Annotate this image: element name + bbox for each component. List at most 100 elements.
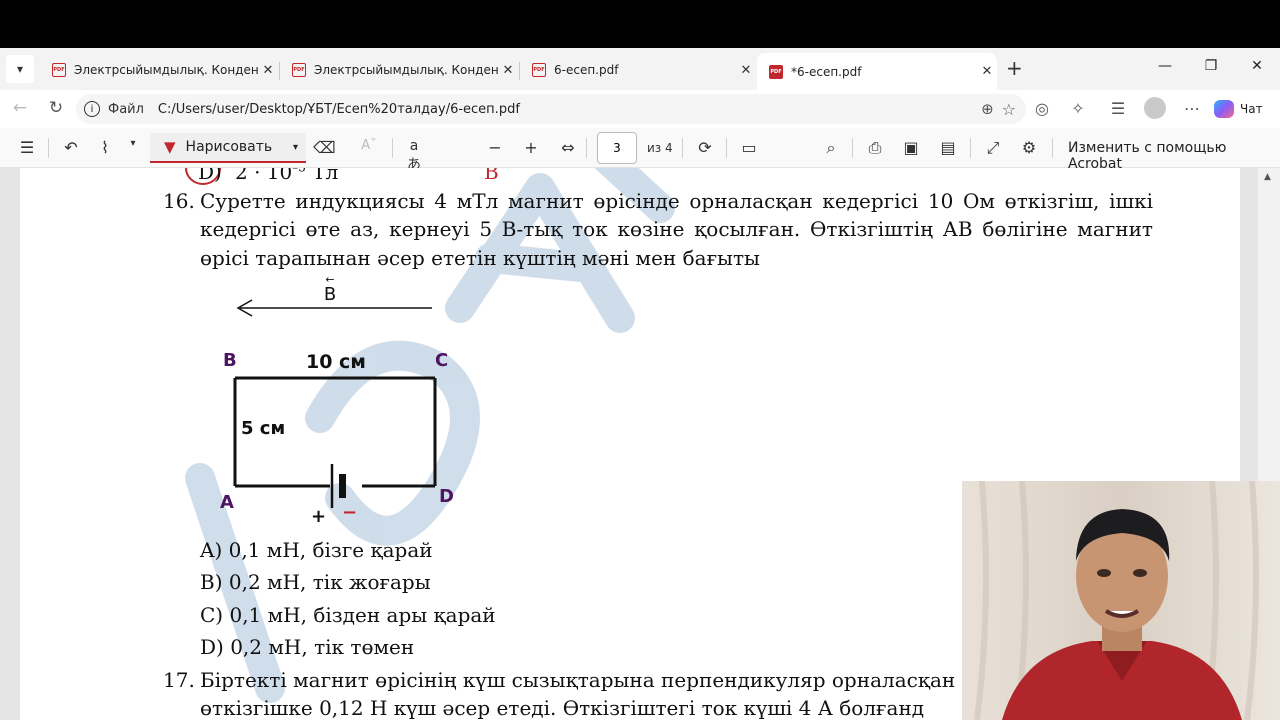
back-arrow-icon: ← <box>12 98 28 118</box>
copilot-button[interactable]: Чат <box>1214 96 1263 122</box>
search-icon[interactable]: ⌕ <box>820 138 842 158</box>
corner-label-c: C <box>435 350 448 371</box>
url-scheme-label: Файл <box>108 101 144 117</box>
plus-terminal-label: + <box>311 506 326 527</box>
url-field[interactable]: i Файл C:/Users/user/Desktop/ҰБТ/Есеп%20… <box>76 94 1026 124</box>
question-16-number: 16. <box>163 189 195 213</box>
toolbar-divider <box>682 138 683 158</box>
info-icon[interactable]: i <box>84 101 100 117</box>
svg-text:←: ← <box>325 273 334 286</box>
address-bar: ← ↻ i Файл C:/Users/user/Desktop/ҰБТ/Есе… <box>0 90 1280 128</box>
width-label: 10 см <box>306 351 366 373</box>
save-as-icon[interactable]: ▤ <box>937 138 959 157</box>
height-label: 5 см <box>241 418 285 439</box>
tab-title: Электрсыйымдылық. Конденсато <box>74 63 258 77</box>
print-icon[interactable]: ⎙ <box>864 138 886 158</box>
page-number-input[interactable]: 3 <box>597 132 637 164</box>
page-view-icon[interactable]: ▭ <box>738 138 760 157</box>
profile-avatar[interactable] <box>1144 97 1166 119</box>
fit-width-icon[interactable]: ⇔ <box>557 138 579 157</box>
chevron-down-icon: ▾ <box>16 62 24 76</box>
question-17-line: Біртекті магнит өрісінің күш сызықтарына… <box>200 668 956 692</box>
shield-icon[interactable]: ◎ <box>1030 99 1054 118</box>
circuit-figure: B ← B C A D 10 см 5 см + − <box>220 273 454 527</box>
question-17-number: 17. <box>163 668 195 692</box>
pdf-icon: PDF <box>769 64 783 79</box>
undo-icon[interactable]: ↶ <box>60 138 82 157</box>
toolbar-divider <box>1052 138 1053 158</box>
pdf-icon: PDF <box>292 63 306 77</box>
corner-label-a: A <box>220 492 234 513</box>
settings-gear-icon[interactable]: ⚙ <box>1018 138 1040 157</box>
answer-option-a: A) 0,1 мН, бізге қарай <box>200 538 433 562</box>
toolbar-divider <box>586 138 587 158</box>
back-button[interactable]: ← <box>8 98 32 118</box>
minimize-icon: — <box>1158 58 1172 74</box>
zoom-icon[interactable]: ⊕ <box>981 100 994 118</box>
webcam-overlay <box>962 481 1280 720</box>
zoom-in-icon[interactable]: + <box>520 138 542 157</box>
eraser-icon[interactable]: ⌫ <box>313 138 336 157</box>
field-vector-label: B <box>324 284 336 305</box>
draw-button[interactable]: ▼ Нарисовать ▾ <box>150 133 306 163</box>
copilot-icon <box>1214 100 1234 118</box>
favorites-icon[interactable]: ☰ <box>1106 99 1130 118</box>
toolbar-divider <box>48 138 49 158</box>
more-menu-icon[interactable]: ⋯ <box>1180 99 1204 118</box>
answer-option-d: D) 0,2 мН, тік төмен <box>200 635 415 659</box>
plus-icon: + <box>1006 56 1023 80</box>
fullscreen-icon[interactable]: ⤢ <box>982 138 1004 158</box>
close-window-button[interactable]: ✕ <box>1245 58 1269 74</box>
tab-1[interactable]: PDF Электрсыйымдылық. Конденсато ✕ <box>40 54 278 86</box>
tab-3[interactable]: PDF 6-есеп.pdf ✕ <box>520 54 756 86</box>
tab-4-active[interactable]: PDF *6-есеп.pdf ✕ <box>757 53 997 90</box>
minimize-button[interactable]: — <box>1153 58 1177 74</box>
new-tab-button[interactable]: + <box>1006 56 1023 80</box>
tab-strip: ▾ PDF Электрсыйымдылық. Конденсато ✕ PDF… <box>0 48 1280 90</box>
close-icon[interactable]: ✕ <box>736 63 756 78</box>
prev-answer-label: D) <box>198 168 222 184</box>
extensions-icon[interactable]: ✧ <box>1066 99 1090 118</box>
toolbar-divider <box>392 138 393 158</box>
close-icon[interactable]: ✕ <box>498 63 518 78</box>
pdf-icon: PDF <box>52 63 66 77</box>
draw-label: Нарисовать <box>185 139 273 155</box>
text-icon[interactable]: Aˇ <box>358 138 380 153</box>
question-16-line: Суретте индукциясы 4 мТл магнит өрісінде… <box>200 189 1153 213</box>
question-16-line: кедергісі өте аз, кернеуі 5 В-тық ток кө… <box>200 217 1153 241</box>
corner-label-b: B <box>223 350 237 371</box>
favorite-star-icon[interactable]: ☆ <box>1002 100 1016 119</box>
contents-icon[interactable]: ☰ <box>16 138 38 157</box>
question-17-line: өткізгішке 0,12 Н күш әсер етеді. Өткізг… <box>200 696 925 720</box>
copilot-label: Чат <box>1240 102 1263 116</box>
minus-terminal-label: − <box>342 502 357 523</box>
highlight-icon[interactable]: ⌇ <box>94 138 116 157</box>
answer-option-b: B) 0,2 мН, тік жоғары <box>200 570 431 594</box>
page-total: из 4 <box>647 141 673 155</box>
chevron-down-icon[interactable]: ▾ <box>122 138 144 149</box>
tab-actions-button[interactable]: ▾ <box>6 55 34 83</box>
question-16-line: өрісі тарапынан әсер ететін күштің мәні … <box>200 246 760 270</box>
toolbar-divider <box>726 138 727 158</box>
close-icon[interactable]: ✕ <box>977 64 997 79</box>
chevron-down-icon: ▾ <box>292 141 298 153</box>
page-current: 3 <box>613 141 621 155</box>
url-text: C:/Users/user/Desktop/ҰБТ/Есеп%20талдау/… <box>157 101 520 117</box>
rotate-icon[interactable]: ⟳ <box>694 138 716 157</box>
tab-2[interactable]: PDF Электрсыйымдылық. Конденсато ✕ <box>280 54 518 86</box>
close-icon[interactable]: ✕ <box>258 63 278 78</box>
close-icon: ✕ <box>1251 58 1263 74</box>
toolbar-divider <box>970 138 971 158</box>
refresh-button[interactable]: ↻ <box>44 98 68 118</box>
save-icon[interactable]: ▣ <box>900 138 922 157</box>
presenter-video <box>962 481 1280 720</box>
scroll-up-icon[interactable]: ▲ <box>1264 172 1271 182</box>
tab-title: *6-есеп.pdf <box>791 64 862 79</box>
restore-button[interactable]: ❐ <box>1199 58 1223 74</box>
corner-label-d: D <box>439 486 454 507</box>
pdf-icon: PDF <box>532 63 546 77</box>
refresh-icon: ↻ <box>48 98 64 118</box>
zoom-out-icon[interactable]: − <box>484 138 506 157</box>
tab-title: 6-есеп.pdf <box>554 63 619 77</box>
restore-icon: ❐ <box>1204 58 1218 74</box>
